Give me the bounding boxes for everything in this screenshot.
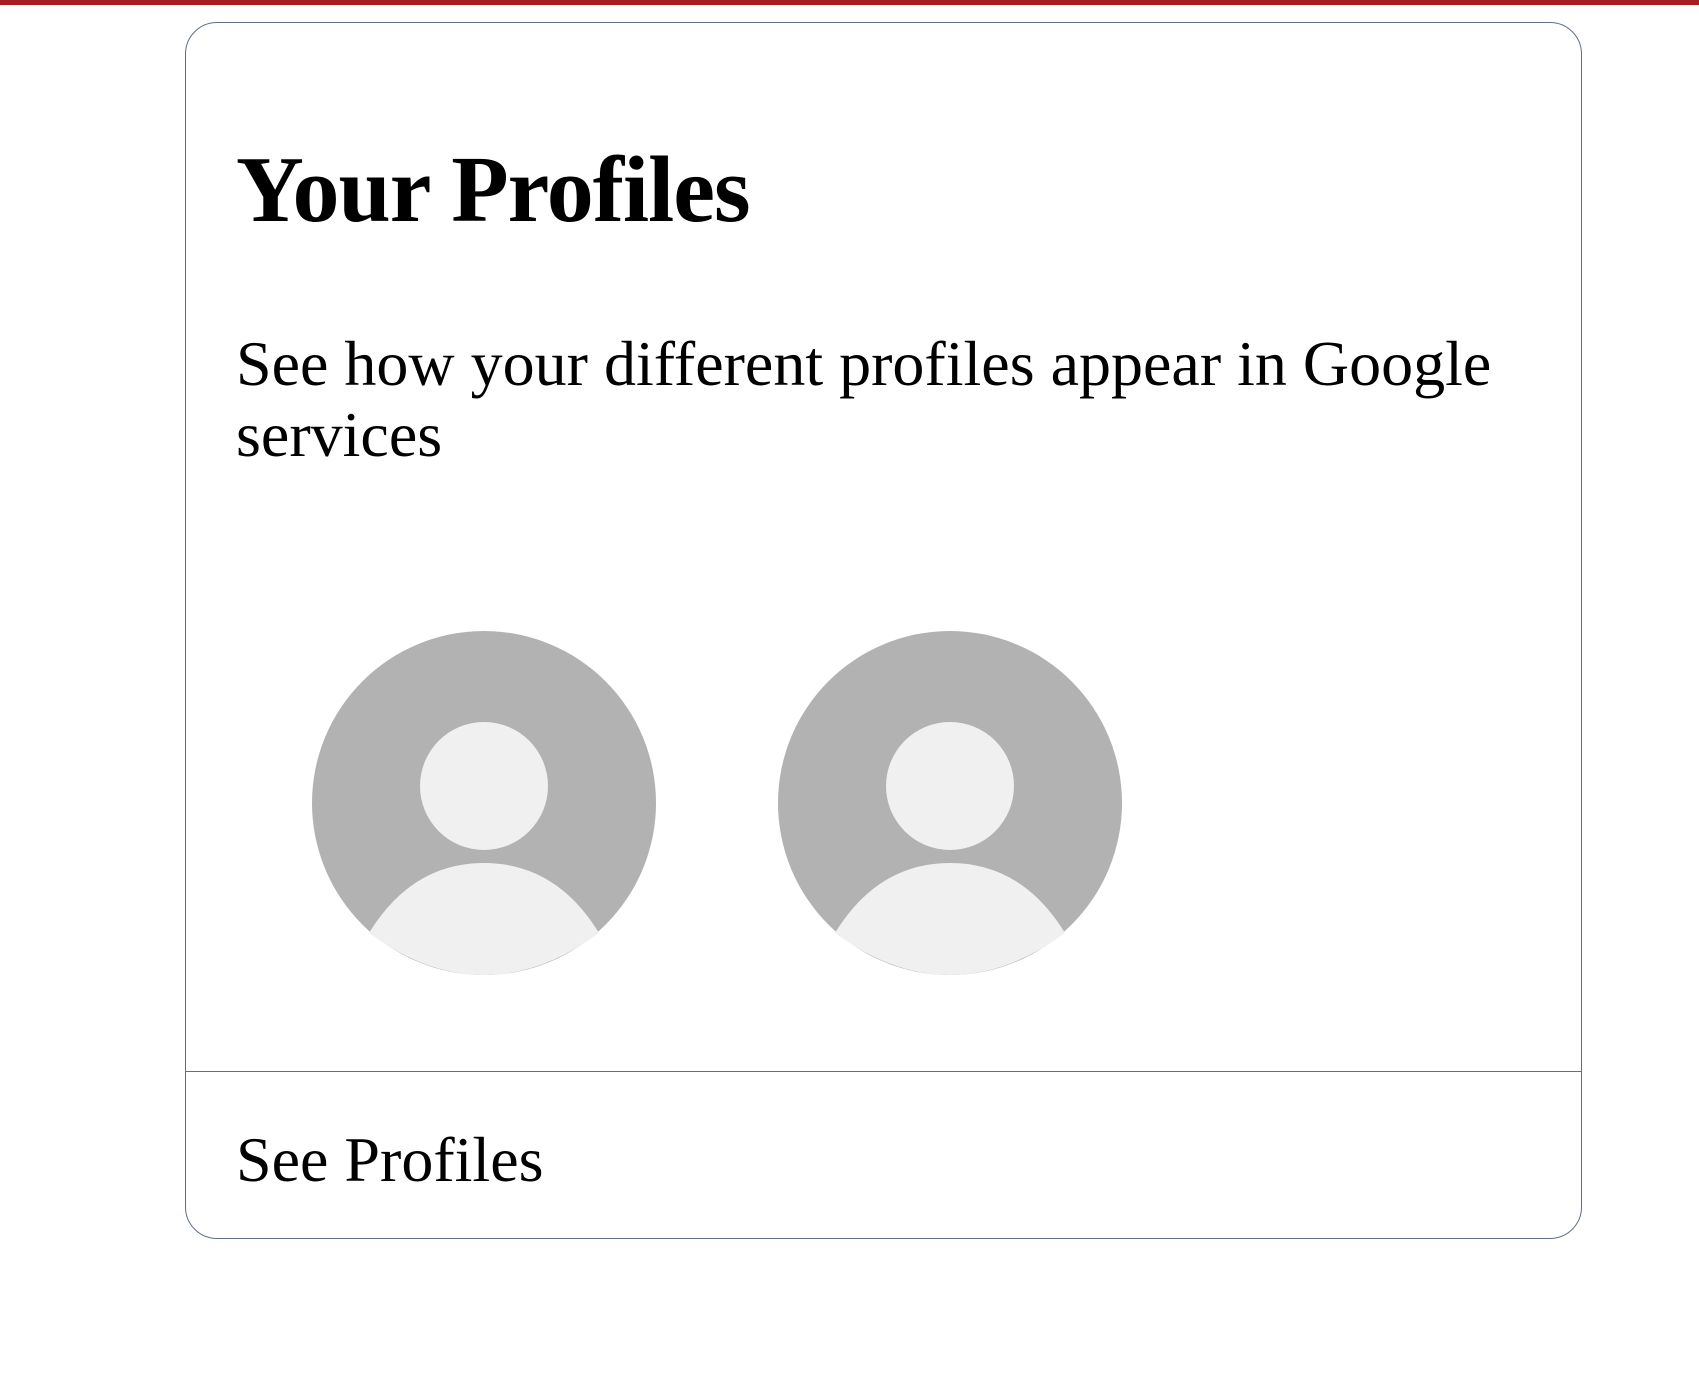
default-avatar-icon [778, 631, 1122, 975]
see-profiles-link[interactable]: See Profiles [236, 1128, 544, 1192]
card-description: See how your different profiles appear i… [236, 328, 1492, 470]
top-accent-bar [0, 0, 1699, 5]
profile-avatar-2 [778, 631, 1122, 975]
default-avatar-icon [312, 631, 656, 975]
profiles-card: Your Profiles See how your different pro… [185, 22, 1582, 1239]
card-title: Your Profiles [236, 138, 751, 242]
profile-avatar-1 [312, 631, 656, 975]
card-divider [186, 1071, 1581, 1072]
